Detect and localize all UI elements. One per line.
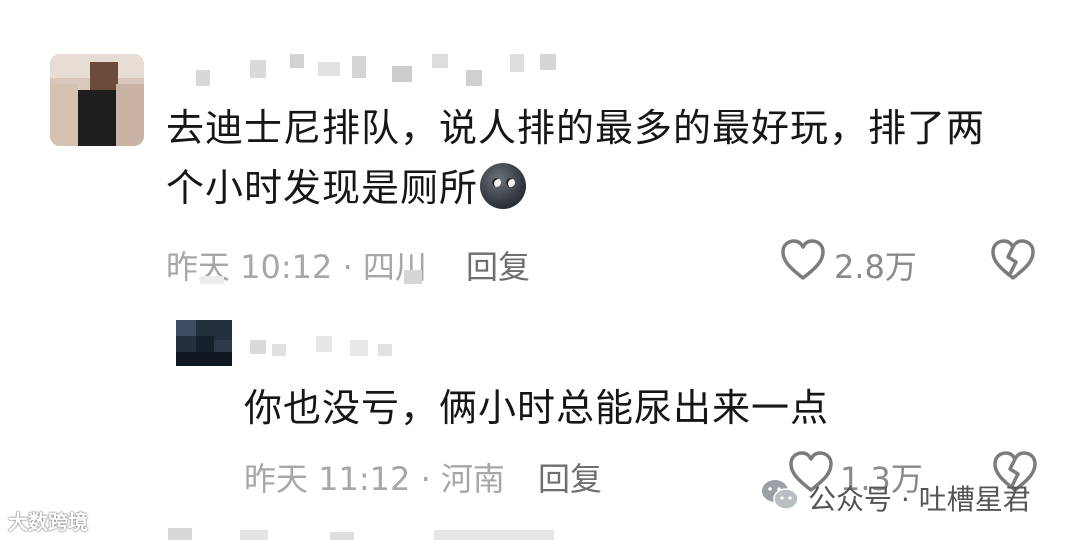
reply-button[interactable]: 回复 xyxy=(538,454,602,500)
heart-outline-icon[interactable] xyxy=(780,238,826,282)
comment-text-line: 去迪士尼排队，说人排的最多的最好玩，排了两 xyxy=(166,106,986,150)
wechat-logo-icon xyxy=(762,480,799,510)
like-count: 2.8万 xyxy=(834,248,917,286)
reply-button[interactable]: 回复 xyxy=(466,242,530,288)
avatar[interactable] xyxy=(176,320,232,366)
comment-text-line: 个小时发现是厕所 xyxy=(166,158,1036,218)
avatar[interactable] xyxy=(50,54,144,146)
watermark-left: 大数跨境 xyxy=(8,510,88,534)
broken-heart-icon[interactable] xyxy=(990,238,1036,282)
watermark-right: 公众号 · 吐槽星君 xyxy=(808,483,1031,516)
new-moon-face-icon xyxy=(480,163,527,209)
comment-text-line-content: 个小时发现是厕所 xyxy=(166,166,479,210)
comment-text: 去迪士尼排队，说人排的最多的最好玩，排了两 个小时发现是厕所 xyxy=(166,98,1036,218)
comment-text: 你也没亏，俩小时总能尿出来一点 xyxy=(244,386,830,430)
comment-meta: 昨天 11:12 · 河南 xyxy=(244,460,505,498)
